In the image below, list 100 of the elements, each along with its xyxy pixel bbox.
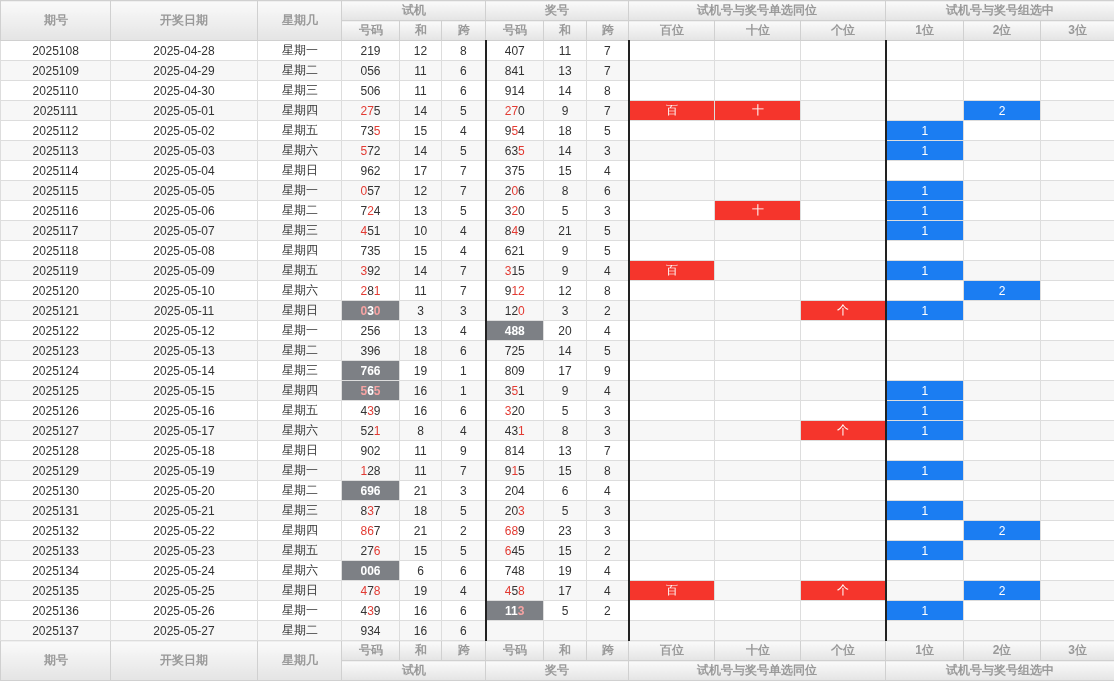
number-cell: 478 xyxy=(341,580,400,601)
column-header: 期号 xyxy=(0,0,111,41)
table-cell: 星期六 xyxy=(257,420,342,441)
table-cell: 8 xyxy=(399,420,442,441)
group-header: 试机 xyxy=(341,0,486,21)
table-cell: 2025-05-15 xyxy=(110,380,258,401)
table-cell: 星期二 xyxy=(257,480,342,501)
number-cell: 724 xyxy=(341,200,400,221)
table-cell: 星期三 xyxy=(257,80,342,101)
table-cell: 16 xyxy=(399,380,442,401)
table-cell: 16 xyxy=(399,600,442,621)
table-cell: 14 xyxy=(399,140,442,161)
table-cell: 2025-05-05 xyxy=(110,180,258,201)
table-cell: 2025-05-09 xyxy=(110,260,258,281)
table-cell: 2025-05-08 xyxy=(110,240,258,261)
table-cell: 2025134 xyxy=(0,560,111,581)
table-cell: 2025-05-12 xyxy=(110,320,258,341)
group-hit-cell: 1 xyxy=(885,460,964,481)
table-cell: 星期四 xyxy=(257,100,342,121)
table-cell: 星期日 xyxy=(257,300,342,321)
table-cell: 15 xyxy=(399,240,442,261)
table-cell: 2025131 xyxy=(0,500,111,521)
column-header: 期号 xyxy=(0,640,111,681)
table-cell: 13 xyxy=(399,200,442,221)
number-cell: 439 xyxy=(341,400,400,421)
table-cell: 2025-05-01 xyxy=(110,100,258,121)
table-cell: 12 xyxy=(543,280,587,301)
number-cell: 506 xyxy=(341,80,400,101)
table-cell: 13 xyxy=(543,60,587,81)
number-cell: 392 xyxy=(341,260,400,281)
table-cell: 星期五 xyxy=(257,120,342,141)
table-cell: 星期二 xyxy=(257,60,342,81)
table-cell: 2025130 xyxy=(0,480,111,501)
table-cell: 星期五 xyxy=(257,540,342,561)
table-cell: 14 xyxy=(543,80,587,101)
table-cell: 10 xyxy=(399,220,442,241)
group-hit-cell: 1 xyxy=(885,120,964,141)
table-cell: 5 xyxy=(543,400,587,421)
table-cell: 6 xyxy=(399,560,442,581)
number-cell: 902 xyxy=(341,440,400,461)
number-cell: 934 xyxy=(341,620,400,641)
table-cell: 12 xyxy=(399,180,442,201)
table-cell: 11 xyxy=(399,80,442,101)
table-cell: 17 xyxy=(399,160,442,181)
number-cell: 219 xyxy=(341,40,400,61)
table-cell: 2025-05-26 xyxy=(110,600,258,621)
table-cell: 2025-05-20 xyxy=(110,480,258,501)
table-cell: 2025-05-21 xyxy=(110,500,258,521)
table-cell: 星期四 xyxy=(257,520,342,541)
table-cell: 2025-05-22 xyxy=(110,520,258,541)
number-cell: 962 xyxy=(341,160,400,181)
table-cell: 2025-05-19 xyxy=(110,460,258,481)
number-cell: 256 xyxy=(341,320,400,341)
table-cell: 星期五 xyxy=(257,400,342,421)
table-cell: 2025-05-24 xyxy=(110,560,258,581)
group-hit-cell: 1 xyxy=(885,200,964,221)
table-cell: 11 xyxy=(399,60,442,81)
table-cell: 星期一 xyxy=(257,460,342,481)
table-cell: 2025111 xyxy=(0,100,111,121)
table-cell: 2025-04-29 xyxy=(110,60,258,81)
table-cell: 2025110 xyxy=(0,80,111,101)
column-header: 星期几 xyxy=(257,640,342,681)
table-cell: 2025113 xyxy=(0,140,111,161)
table-cell: 2025109 xyxy=(0,60,111,81)
table-cell: 星期二 xyxy=(257,620,342,641)
table-cell: 2025108 xyxy=(0,40,111,61)
table-cell: 11 xyxy=(399,440,442,461)
group-hit-cell: 1 xyxy=(885,600,964,621)
table-cell: 15 xyxy=(543,160,587,181)
number-cell: 439 xyxy=(341,600,400,621)
table-cell: 2025-05-10 xyxy=(110,280,258,301)
table-cell: 2025136 xyxy=(0,600,111,621)
table-cell: 21 xyxy=(543,220,587,241)
number-cell: 056 xyxy=(341,60,400,81)
group-hit-cell: 1 xyxy=(885,380,964,401)
table-cell: 9 xyxy=(543,380,587,401)
table-cell: 5 xyxy=(543,500,587,521)
number-cell: 113 xyxy=(485,600,544,621)
column-header: 开奖日期 xyxy=(110,0,258,41)
group-hit-cell: 1 xyxy=(885,300,964,321)
table-cell: 17 xyxy=(543,580,587,601)
table-cell: 14 xyxy=(543,340,587,361)
table-cell: 6 xyxy=(543,480,587,501)
group-header: 试机号与奖号单选同位 xyxy=(628,0,886,21)
group-hit-cell: 1 xyxy=(885,180,964,201)
table-cell: 星期日 xyxy=(257,440,342,461)
table-cell: 2025129 xyxy=(0,460,111,481)
table-cell: 2025128 xyxy=(0,440,111,461)
table-cell: 2025135 xyxy=(0,580,111,601)
table-cell: 2025115 xyxy=(0,180,111,201)
table-cell: 11 xyxy=(543,40,587,61)
number-cell: 488 xyxy=(485,320,544,341)
table-cell: 2025-05-16 xyxy=(110,400,258,421)
table-cell: 15 xyxy=(543,460,587,481)
table-cell: 2025116 xyxy=(0,200,111,221)
table-cell: 9 xyxy=(543,100,587,121)
number-cell: 837 xyxy=(341,500,400,521)
group-hit-cell: 1 xyxy=(885,500,964,521)
group-header: 试机号与奖号组选中 xyxy=(885,0,1114,21)
number-cell: 735 xyxy=(341,120,400,141)
